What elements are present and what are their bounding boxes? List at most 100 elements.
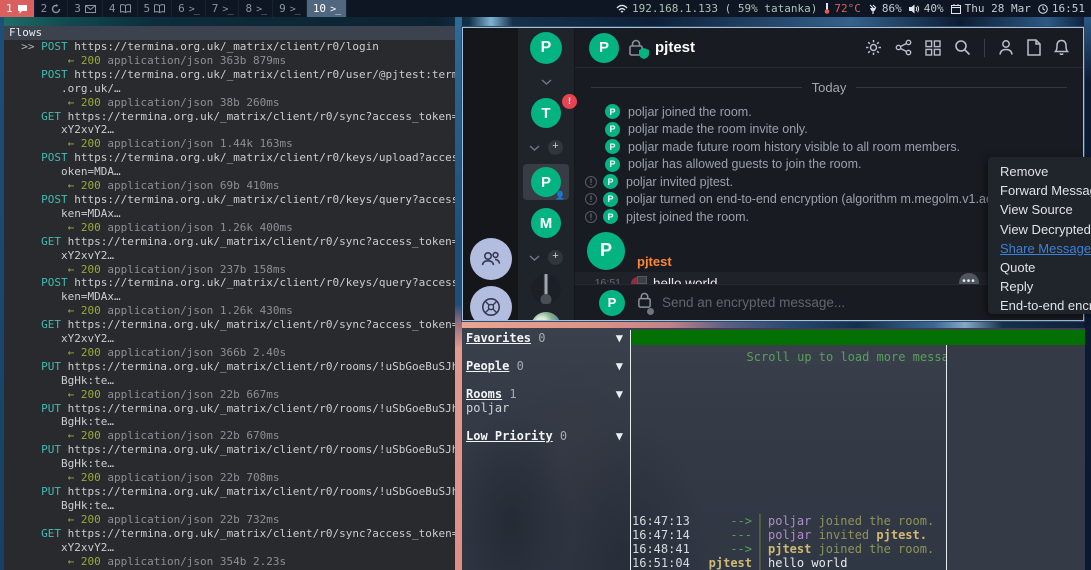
clock-status: 16:51	[1038, 2, 1085, 15]
sender-avatar[interactable]: P	[587, 232, 625, 270]
buffer-group[interactable]: Rooms 1▼poljar	[466, 387, 625, 415]
terminal-icon: >_	[256, 2, 266, 15]
flow-request-line: GET https://termina.org.uk/_matrix/clien…	[8, 110, 455, 124]
workspace-button-7[interactable]: 7>_	[206, 0, 240, 17]
flow-row[interactable]: PUT https://termina.org.uk/_matrix/clien…	[8, 485, 455, 527]
buffer-group-header[interactable]: People 0▼	[466, 359, 625, 373]
flow-url-wrap-line: xY2xvY2…	[8, 541, 455, 555]
add-room-button[interactable]: +	[548, 140, 563, 155]
state-event-row: Ppoljar joined the room.	[575, 103, 1083, 121]
context-menu-item[interactable]: Share Message	[1000, 239, 1091, 258]
room-header: P pjtest	[575, 28, 1083, 68]
state-event-avatar: P	[605, 157, 620, 172]
encryption-lock-icon	[628, 39, 646, 57]
flow-row[interactable]: GET https://termina.org.uk/_matrix/clien…	[8, 318, 455, 360]
flow-row[interactable]: GET https://termina.org.uk/_matrix/clien…	[8, 527, 455, 569]
flow-row[interactable]: >> POST https://termina.org.uk/_matrix/c…	[8, 40, 455, 68]
apps-grid-icon[interactable]	[925, 40, 941, 56]
workspace-button-9[interactable]: 9>_	[273, 0, 307, 17]
state-event-avatar: P	[605, 139, 620, 154]
room-avatar-initial: M	[531, 208, 561, 238]
room-avatar-item[interactable]	[531, 312, 561, 321]
flow-row[interactable]: PUT https://termina.org.uk/_matrix/clien…	[8, 360, 455, 402]
verified-shield-icon	[639, 48, 649, 59]
workspace-button-3[interactable]: 3	[68, 0, 103, 17]
room-avatar-selected[interactable]: P👤	[523, 164, 569, 200]
workspace-button-2[interactable]: 2	[35, 0, 69, 17]
wallpaper-strip-middle	[455, 17, 462, 570]
collapse-triangle-icon[interactable]: ▼	[616, 359, 623, 373]
weechat-terminal[interactable]: Favorites 0▼ People 0▼ Rooms 1▼poljar Low P…	[462, 328, 1085, 570]
context-menu-item[interactable]: Quote	[1000, 258, 1091, 277]
sender-name[interactable]: pjtest	[637, 254, 672, 270]
chat-log-line: 16:47:13-->│poljar joined the room.	[632, 514, 946, 528]
community-bar	[463, 28, 518, 320]
flow-url-wrap-line: oken=MDA…	[8, 165, 455, 179]
compass-icon	[480, 296, 502, 318]
collapse-triangle-icon[interactable]: ▼	[616, 331, 623, 345]
explore-button[interactable]	[470, 286, 512, 321]
collapse-triangle-icon[interactable]: ▼	[616, 429, 623, 443]
message-options-button[interactable]: •••	[959, 273, 979, 285]
book-icon	[120, 4, 131, 13]
flow-row[interactable]: POST https://termina.org.uk/_matrix/clie…	[8, 193, 455, 235]
workspace-button-10[interactable]: 10>_	[307, 0, 347, 17]
buffer-item[interactable]: poljar	[466, 401, 625, 415]
flow-row[interactable]: PUT https://termina.org.uk/_matrix/clien…	[8, 443, 455, 485]
wifi-icon	[616, 4, 628, 14]
search-icon[interactable]	[954, 39, 971, 56]
members-icon[interactable]	[998, 39, 1014, 56]
composer-avatar: P	[599, 290, 625, 316]
context-menu-item[interactable]: End-to-end encryption information	[1000, 296, 1091, 314]
workspace-button-4[interactable]: 4	[103, 0, 138, 17]
buffer-group[interactable]: Low Priority 0▼	[466, 429, 625, 443]
context-menu-item[interactable]: Forward Message	[1000, 181, 1091, 200]
flow-row[interactable]: POST https://termina.org.uk/_matrix/clie…	[8, 151, 455, 193]
flow-row[interactable]: POST https://termina.org.uk/_matrix/clie…	[8, 276, 455, 318]
context-menu-item[interactable]: View Decrypted Source	[1000, 220, 1091, 239]
date-text: Thu 28 Mar	[965, 2, 1031, 15]
notifications-bell-icon[interactable]	[1054, 39, 1069, 56]
flow-row[interactable]: PUT https://termina.org.uk/_matrix/clien…	[8, 402, 455, 444]
add-room-button[interactable]: +	[548, 250, 563, 265]
clock-icon	[1038, 4, 1048, 14]
start-chat-button[interactable]	[470, 238, 512, 280]
section-collapse-chevron-icon[interactable]	[529, 248, 540, 266]
buffer-group-header[interactable]: Low Priority 0▼	[466, 429, 625, 443]
flow-response-line: ← 200 application/json 69b 410ms	[8, 179, 455, 193]
section-collapse-chevron-icon[interactable]	[541, 72, 552, 90]
files-icon[interactable]	[1027, 39, 1041, 56]
context-menu-item[interactable]: Reply	[1000, 277, 1091, 296]
state-event-row: Ppoljar made future room history visible…	[575, 138, 1083, 156]
calendar-icon	[951, 4, 961, 14]
buffer-group-header[interactable]: Rooms 1▼	[466, 387, 625, 401]
room-avatar-item[interactable]: M	[531, 208, 561, 238]
room-avatar[interactable]: P	[589, 33, 619, 63]
context-menu-item[interactable]: Remove	[1000, 162, 1091, 181]
workspace-button-6[interactable]: 6>_	[172, 0, 206, 17]
flow-row[interactable]: GET https://termina.org.uk/_matrix/clien…	[8, 110, 455, 152]
workspace-button-1[interactable]: 1	[0, 0, 35, 17]
context-menu-item[interactable]: View Source	[1000, 200, 1091, 219]
buffer-group-header[interactable]: Favorites 0▼	[466, 331, 625, 345]
flow-request-line: POST https://termina.org.uk/_matrix/clie…	[8, 193, 455, 207]
room-avatar-item[interactable]: T!	[531, 98, 561, 128]
flow-row[interactable]: GET https://termina.org.uk/_matrix/clien…	[8, 235, 455, 277]
collapse-triangle-icon[interactable]: ▼	[616, 387, 623, 401]
unencrypted-warning-icon: !	[585, 176, 597, 188]
flow-row[interactable]: POST https://termina.org.uk/_matrix/clie…	[8, 68, 455, 110]
buffer-group[interactable]: People 0▼	[466, 359, 625, 373]
settings-gear-icon[interactable]	[865, 39, 882, 56]
mitmproxy-terminal[interactable]: Flows >> POST https://termina.org.uk/_ma…	[4, 26, 455, 570]
room-avatar-earth	[531, 312, 561, 321]
user-avatar[interactable]: P	[530, 32, 562, 64]
workspace-button-8[interactable]: 8>_	[239, 0, 273, 17]
room-avatar-item[interactable]	[531, 274, 561, 304]
message-context-menu: RemoveForward MessageView SourceView Dec…	[988, 157, 1091, 314]
buffer-group[interactable]: Favorites 0▼	[466, 331, 625, 345]
section-collapse-chevron-icon[interactable]	[529, 138, 540, 156]
temperature-text: 72°C	[834, 2, 861, 15]
sidebar-divider	[630, 330, 631, 570]
share-icon[interactable]	[895, 39, 912, 56]
workspace-button-5[interactable]: 5	[138, 0, 173, 17]
